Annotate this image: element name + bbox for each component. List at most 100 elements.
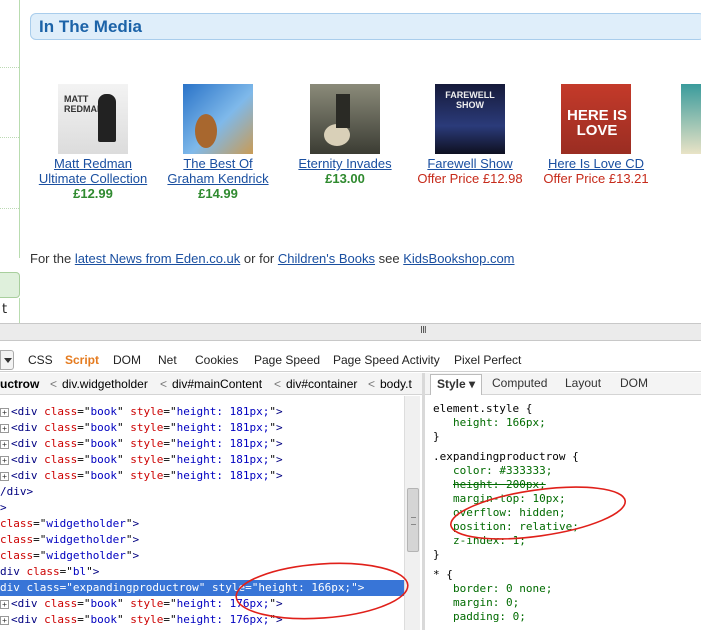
html-node-row[interactable]: + <div class="book" style="height: 181px;… bbox=[0, 404, 283, 420]
html-attr-value: widgetholder bbox=[46, 549, 126, 562]
expand-toggle-icon[interactable]: + bbox=[0, 455, 9, 465]
html-node-row[interactable]: + <div class="book" style="height: 181px;… bbox=[0, 452, 283, 468]
breadcrumb-item[interactable]: div#mainContent bbox=[172, 377, 262, 391]
html-tag: <div bbox=[11, 597, 38, 610]
css-property[interactable]: height: 166px; bbox=[453, 416, 546, 430]
html-node-row[interactable]: class="widgetholder"> bbox=[0, 516, 139, 532]
css-selector: } bbox=[433, 430, 440, 444]
tab-cookies[interactable]: Cookies bbox=[195, 353, 238, 367]
expand-toggle-icon[interactable]: + bbox=[0, 471, 9, 481]
html-node-row[interactable]: > bbox=[0, 500, 7, 516]
kidsbookshop-link[interactable]: KidsBookshop.com bbox=[403, 251, 514, 266]
css-property[interactable]: overflow: hidden; bbox=[453, 506, 566, 520]
html-tag-end: > bbox=[132, 517, 140, 530]
html-attr-value: height: 176px; bbox=[176, 613, 270, 626]
breadcrumb-item[interactable]: div#container bbox=[286, 377, 357, 391]
html-node-row[interactable]: + <div class="book" style="height: 176px;… bbox=[0, 612, 283, 628]
product-title-link[interactable]: The Best Of bbox=[148, 156, 288, 171]
expand-toggle-icon[interactable]: + bbox=[0, 599, 9, 609]
html-tag-end: > bbox=[275, 437, 283, 450]
side-tab-layout[interactable]: Layout bbox=[565, 376, 601, 390]
product-title-link[interactable]: Eternity Invades bbox=[275, 156, 415, 171]
html-node-row[interactable]: class="widgetholder"> bbox=[0, 532, 139, 548]
html-pane-scrollbar[interactable] bbox=[404, 396, 420, 630]
breadcrumb-item[interactable]: div.widgetholder bbox=[62, 377, 148, 391]
css-property[interactable]: z-index: 1; bbox=[453, 534, 526, 548]
dropdown-arrow-icon[interactable]: ▾ bbox=[466, 377, 475, 391]
product-card: FAREWELL SHOW Farewell Show Offer Price £1… bbox=[400, 84, 540, 186]
tab-script[interactable]: Script bbox=[65, 353, 99, 367]
html-node-row[interactable]: + <div class="book" style="height: 181px;… bbox=[0, 468, 283, 484]
product-card: MATT REDMAN Matt Redman Ultimate Collectio… bbox=[23, 84, 163, 201]
album-cover-image[interactable]: HERE IS LOVE bbox=[561, 84, 631, 154]
html-attr-name: class bbox=[0, 517, 34, 530]
html-node-row[interactable]: + <div class="book" style="height: 181px;… bbox=[0, 436, 283, 452]
side-tab-dom[interactable]: DOM bbox=[620, 376, 648, 390]
album-cover-image[interactable]: FAREWELL SHOW bbox=[435, 84, 505, 154]
tab-pixel-perfect[interactable]: Pixel Perfect bbox=[454, 353, 521, 367]
product-price: Offer Price £12.98 bbox=[417, 171, 523, 186]
css-property[interactable]: height: 200px; bbox=[453, 478, 546, 492]
tab-css[interactable]: CSS bbox=[28, 353, 53, 367]
breadcrumb-separator: < bbox=[50, 377, 58, 391]
album-cover-image[interactable] bbox=[681, 84, 701, 154]
side-tab-computed[interactable]: Computed bbox=[492, 376, 547, 390]
html-node-row[interactable]: div class="bl"> bbox=[0, 564, 99, 580]
html-attr-value: widgetholder bbox=[46, 533, 126, 546]
css-property[interactable]: padding: 0; bbox=[453, 610, 526, 624]
left-panel-letter: t bbox=[2, 302, 8, 317]
album-cover-image[interactable]: MATT REDMAN bbox=[58, 84, 128, 154]
splitter-grip-icon[interactable]: III bbox=[420, 325, 427, 336]
css-property[interactable]: margin: 0; bbox=[453, 596, 519, 610]
css-rule-text: } bbox=[433, 430, 440, 443]
left-divider bbox=[0, 208, 19, 209]
panel-splitter[interactable]: III bbox=[0, 323, 701, 341]
html-attr-name: class bbox=[44, 421, 78, 434]
css-property[interactable]: position: relative; bbox=[453, 520, 579, 534]
childrens-books-link[interactable]: Children's Books bbox=[278, 251, 375, 266]
css-property[interactable]: color: #333333; bbox=[453, 464, 552, 478]
html-node-row[interactable]: /div> bbox=[0, 484, 33, 500]
product-card: HERE IS LOVE Here Is Love CD Offer Price £… bbox=[526, 84, 666, 186]
css-property[interactable]: border: 0 none; bbox=[453, 582, 552, 596]
html-node-row[interactable]: + <div class="book" style="height: 176px;… bbox=[0, 596, 283, 612]
css-rule-text: element.style { bbox=[433, 402, 533, 415]
tab-dom[interactable]: DOM bbox=[113, 353, 141, 367]
html-tag-end: > bbox=[132, 549, 140, 562]
html-node-row[interactable]: class="widgetholder"> bbox=[0, 548, 139, 564]
expand-toggle-icon[interactable]: + bbox=[0, 615, 9, 625]
product-title-link[interactable]: Graham Kendrick bbox=[148, 171, 288, 186]
panel-menu-arrow-icon[interactable] bbox=[0, 350, 14, 370]
expand-toggle-icon[interactable]: + bbox=[0, 439, 9, 449]
footer-text: For the latest News from Eden.co.uk or f… bbox=[30, 251, 515, 266]
product-title-link[interactable]: Ultimate Collection bbox=[23, 171, 163, 186]
tab-page-speed[interactable]: Page Speed bbox=[254, 353, 320, 367]
tab-page-speed-activity[interactable]: Page Speed Activity bbox=[333, 353, 440, 367]
html-attr-value: book bbox=[90, 421, 118, 434]
expand-toggle-icon[interactable]: + bbox=[0, 407, 9, 417]
product-title-link[interactable]: Org bbox=[646, 156, 701, 171]
html-tag-end: > bbox=[275, 405, 283, 418]
album-cover-image[interactable] bbox=[310, 84, 380, 154]
left-panel-tab[interactable] bbox=[0, 272, 20, 298]
tab-net[interactable]: Net bbox=[158, 353, 177, 367]
breadcrumb: uctrow < div.widgetholder < div#mainContent <… bbox=[0, 373, 422, 395]
news-link[interactable]: latest News from Eden.co.uk bbox=[75, 251, 240, 266]
product-title-link[interactable]: Here Is Love CD bbox=[526, 156, 666, 171]
expand-toggle-icon[interactable]: + bbox=[0, 423, 9, 433]
product-title-link[interactable]: Matt Redman bbox=[23, 156, 163, 171]
album-cover-image[interactable] bbox=[183, 84, 253, 154]
breadcrumb-item[interactable]: body.t bbox=[380, 377, 412, 391]
breadcrumb-item[interactable]: uctrow bbox=[0, 377, 39, 391]
html-attr-value: height: 181px; bbox=[176, 421, 270, 434]
html-node-row[interactable]: div class="expandingproductrow" style="h… bbox=[0, 580, 404, 596]
html-attr-value: height: 181px; bbox=[176, 469, 270, 482]
product-title-link[interactable]: Farewell Show bbox=[400, 156, 540, 171]
html-attr-name: class bbox=[0, 533, 34, 546]
html-node-row[interactable]: + <div class="book" style="height: 181px;… bbox=[0, 420, 283, 436]
css-property[interactable]: margin-top: 10px; bbox=[453, 492, 566, 506]
html-tag: <div bbox=[11, 469, 38, 482]
cover-text: MATT REDMAN bbox=[64, 94, 104, 114]
side-tab-style[interactable]: Style ▾ bbox=[430, 374, 483, 395]
scrollbar-thumb[interactable] bbox=[407, 488, 419, 552]
